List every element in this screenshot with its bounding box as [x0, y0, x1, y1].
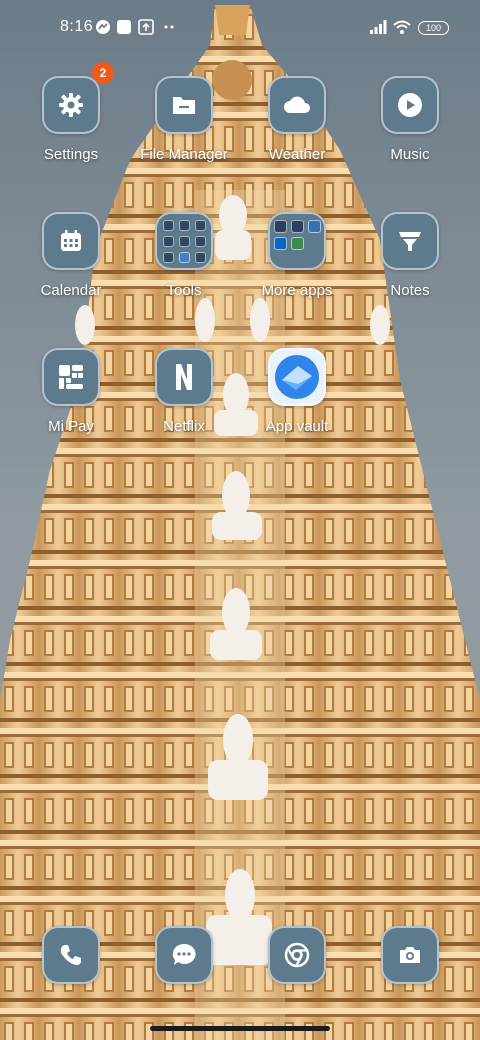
app-label: Netflix	[163, 418, 205, 435]
dock-messages[interactable]	[129, 926, 239, 1036]
phone-icon	[42, 926, 100, 984]
app-label: Notes	[390, 282, 430, 299]
folder-tools-icon	[155, 212, 213, 270]
app-label: Weather	[268, 146, 326, 163]
cloud-icon	[268, 76, 326, 134]
clock-time: 8:16	[60, 18, 94, 35]
app-calendar[interactable]: Calendar	[16, 212, 126, 322]
app-label: App vault	[265, 418, 329, 435]
app-notes[interactable]: Notes	[355, 212, 465, 322]
message-icon	[155, 926, 213, 984]
app-label: Music	[390, 146, 430, 163]
app-weather[interactable]: Weather	[242, 76, 352, 186]
app-file-manager[interactable]: File Manager	[129, 76, 239, 186]
camera-icon	[381, 926, 439, 984]
folder-more-apps[interactable]: More apps	[242, 212, 352, 322]
square-app-icon	[115, 18, 133, 36]
dock-phone[interactable]	[16, 926, 126, 1036]
upload-notification-icon	[137, 18, 155, 36]
folder-label: More apps	[261, 282, 333, 299]
folder-label: Tools	[166, 282, 202, 299]
app-settings[interactable]: 2 Settings	[16, 62, 126, 186]
battery-icon: 100	[418, 21, 449, 35]
mi-pay-icon	[42, 348, 100, 406]
dock-browser[interactable]	[242, 926, 352, 1036]
app-label: Settings	[43, 146, 99, 163]
app-label: Calendar	[40, 282, 102, 299]
notification-badge: 2	[92, 62, 114, 84]
app-label: File Manager	[140, 146, 228, 163]
signal-icon	[369, 18, 387, 36]
folder-tools[interactable]: Tools	[129, 212, 239, 322]
play-icon	[381, 76, 439, 134]
gear-icon	[42, 76, 100, 134]
messenger-icon	[94, 18, 112, 36]
status-bar: 8:16 100	[0, 0, 480, 56]
app-label: Mi Pay	[48, 418, 94, 435]
app-app-vault[interactable]: App vault	[242, 348, 352, 458]
app-netflix[interactable]: Netflix	[129, 348, 239, 458]
app-music[interactable]: Music	[355, 76, 465, 186]
app-vault-icon	[268, 348, 326, 406]
dock-camera[interactable]	[355, 926, 465, 1036]
folder-icon	[155, 76, 213, 134]
notes-icon	[381, 212, 439, 270]
app-mi-pay[interactable]: Mi Pay	[16, 348, 126, 458]
home-indicator[interactable]	[150, 1026, 330, 1031]
calendar-icon	[42, 212, 100, 270]
chrome-icon	[268, 926, 326, 984]
folder-more-apps-icon	[268, 212, 326, 270]
netflix-icon	[155, 348, 213, 406]
wifi-icon	[393, 18, 411, 36]
more-dots-icon	[160, 18, 178, 36]
